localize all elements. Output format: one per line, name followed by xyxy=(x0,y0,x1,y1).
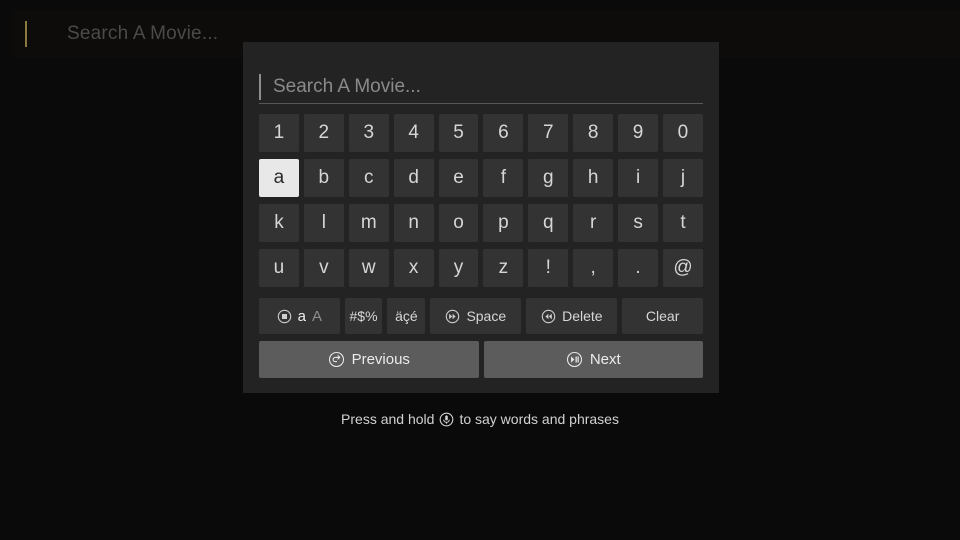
key-b[interactable]: b xyxy=(303,159,344,197)
key-6[interactable]: 6 xyxy=(483,114,524,152)
key-n[interactable]: n xyxy=(393,204,434,242)
key-c[interactable]: c xyxy=(348,159,389,197)
clear-button[interactable]: Clear xyxy=(622,298,703,334)
keyboard-row-u-punct: u v w x y z ! , . @ xyxy=(259,249,703,287)
next-button[interactable]: Next xyxy=(483,341,703,378)
case-upper-label: A xyxy=(311,307,322,325)
key-t[interactable]: t xyxy=(663,204,703,242)
voice-hint: Press and hold to say words and phrases xyxy=(0,410,960,427)
key-5[interactable]: 5 xyxy=(438,114,479,152)
key-v[interactable]: v xyxy=(303,249,344,287)
delete-label: Delete xyxy=(562,308,603,324)
key-e[interactable]: e xyxy=(438,159,479,197)
back-arrow-circle-icon xyxy=(328,351,345,368)
key-m[interactable]: m xyxy=(348,204,389,242)
case-lower-label: a xyxy=(297,307,306,325)
keyboard-row-a-j: a b c d e f g h i j xyxy=(259,159,703,197)
key-f[interactable]: f xyxy=(483,159,524,197)
dialog-search-underline xyxy=(259,103,703,104)
key-9[interactable]: 9 xyxy=(618,114,659,152)
top-search-placeholder: Search A Movie... xyxy=(67,23,219,44)
rewind-circle-icon xyxy=(541,309,556,324)
key-8[interactable]: 8 xyxy=(573,114,614,152)
fast-forward-circle-icon xyxy=(445,309,460,324)
dialog-search-cursor xyxy=(259,74,261,100)
case-toggle-button[interactable]: aA xyxy=(259,298,340,334)
key-3[interactable]: 3 xyxy=(348,114,389,152)
key-l[interactable]: l xyxy=(303,204,344,242)
top-search-cursor xyxy=(25,21,27,47)
symbols-button[interactable]: #$% xyxy=(344,298,383,334)
key-w[interactable]: w xyxy=(348,249,389,287)
space-button[interactable]: Space xyxy=(430,298,522,334)
key-s[interactable]: s xyxy=(618,204,659,242)
keyboard-function-row: aA #$% äçé Space Delete Clear xyxy=(259,298,703,334)
key-y[interactable]: y xyxy=(438,249,479,287)
keyboard-nav-row: Previous Next xyxy=(259,341,703,378)
key-4[interactable]: 4 xyxy=(393,114,434,152)
key-exclamation[interactable]: ! xyxy=(528,249,569,287)
key-j[interactable]: j xyxy=(663,159,703,197)
circle-square-icon xyxy=(277,309,292,324)
play-pause-circle-icon xyxy=(566,351,583,368)
keyboard-row-numbers: 1 2 3 4 5 6 7 8 9 0 xyxy=(259,114,703,152)
key-z[interactable]: z xyxy=(483,249,524,287)
key-comma[interactable]: , xyxy=(573,249,614,287)
next-label: Next xyxy=(589,351,621,368)
key-o[interactable]: o xyxy=(438,204,479,242)
voice-hint-before: Press and hold xyxy=(341,411,435,428)
key-q[interactable]: q xyxy=(528,204,569,242)
keyboard-keys-grid: 1 2 3 4 5 6 7 8 9 0 a b c d e f g h i j … xyxy=(259,114,703,294)
previous-label: Previous xyxy=(351,351,410,368)
key-7[interactable]: 7 xyxy=(528,114,569,152)
dialog-search-input[interactable]: Search A Movie... xyxy=(259,72,703,104)
key-i[interactable]: i xyxy=(618,159,659,197)
dialog-search-placeholder: Search A Movie... xyxy=(273,76,421,97)
space-label: Space xyxy=(466,308,507,324)
key-0[interactable]: 0 xyxy=(663,114,703,152)
key-a[interactable]: a xyxy=(259,159,299,197)
key-x[interactable]: x xyxy=(393,249,434,287)
key-1[interactable]: 1 xyxy=(259,114,299,152)
accents-button[interactable]: äçé xyxy=(387,298,426,334)
delete-button[interactable]: Delete xyxy=(526,298,618,334)
tv-search-screen: Search A Movie... Search A Movie... 1 2 … xyxy=(0,0,960,540)
keyboard-row-k-t: k l m n o p q r s t xyxy=(259,204,703,242)
key-2[interactable]: 2 xyxy=(303,114,344,152)
key-k[interactable]: k xyxy=(259,204,299,242)
key-u[interactable]: u xyxy=(259,249,299,287)
voice-hint-after: to say words and phrases xyxy=(459,411,619,428)
key-r[interactable]: r xyxy=(573,204,614,242)
onscreen-keyboard-dialog: Search A Movie... 1 2 3 4 5 6 7 8 9 0 a … xyxy=(243,42,719,393)
key-p[interactable]: p xyxy=(483,204,524,242)
voice-hint-content: Press and hold to say words and phrases xyxy=(341,411,619,427)
key-g[interactable]: g xyxy=(528,159,569,197)
key-h[interactable]: h xyxy=(573,159,614,197)
previous-button[interactable]: Previous xyxy=(259,341,479,378)
microphone-circle-icon xyxy=(439,412,454,427)
key-at[interactable]: @ xyxy=(663,249,703,287)
key-period[interactable]: . xyxy=(618,249,659,287)
key-d[interactable]: d xyxy=(393,159,434,197)
